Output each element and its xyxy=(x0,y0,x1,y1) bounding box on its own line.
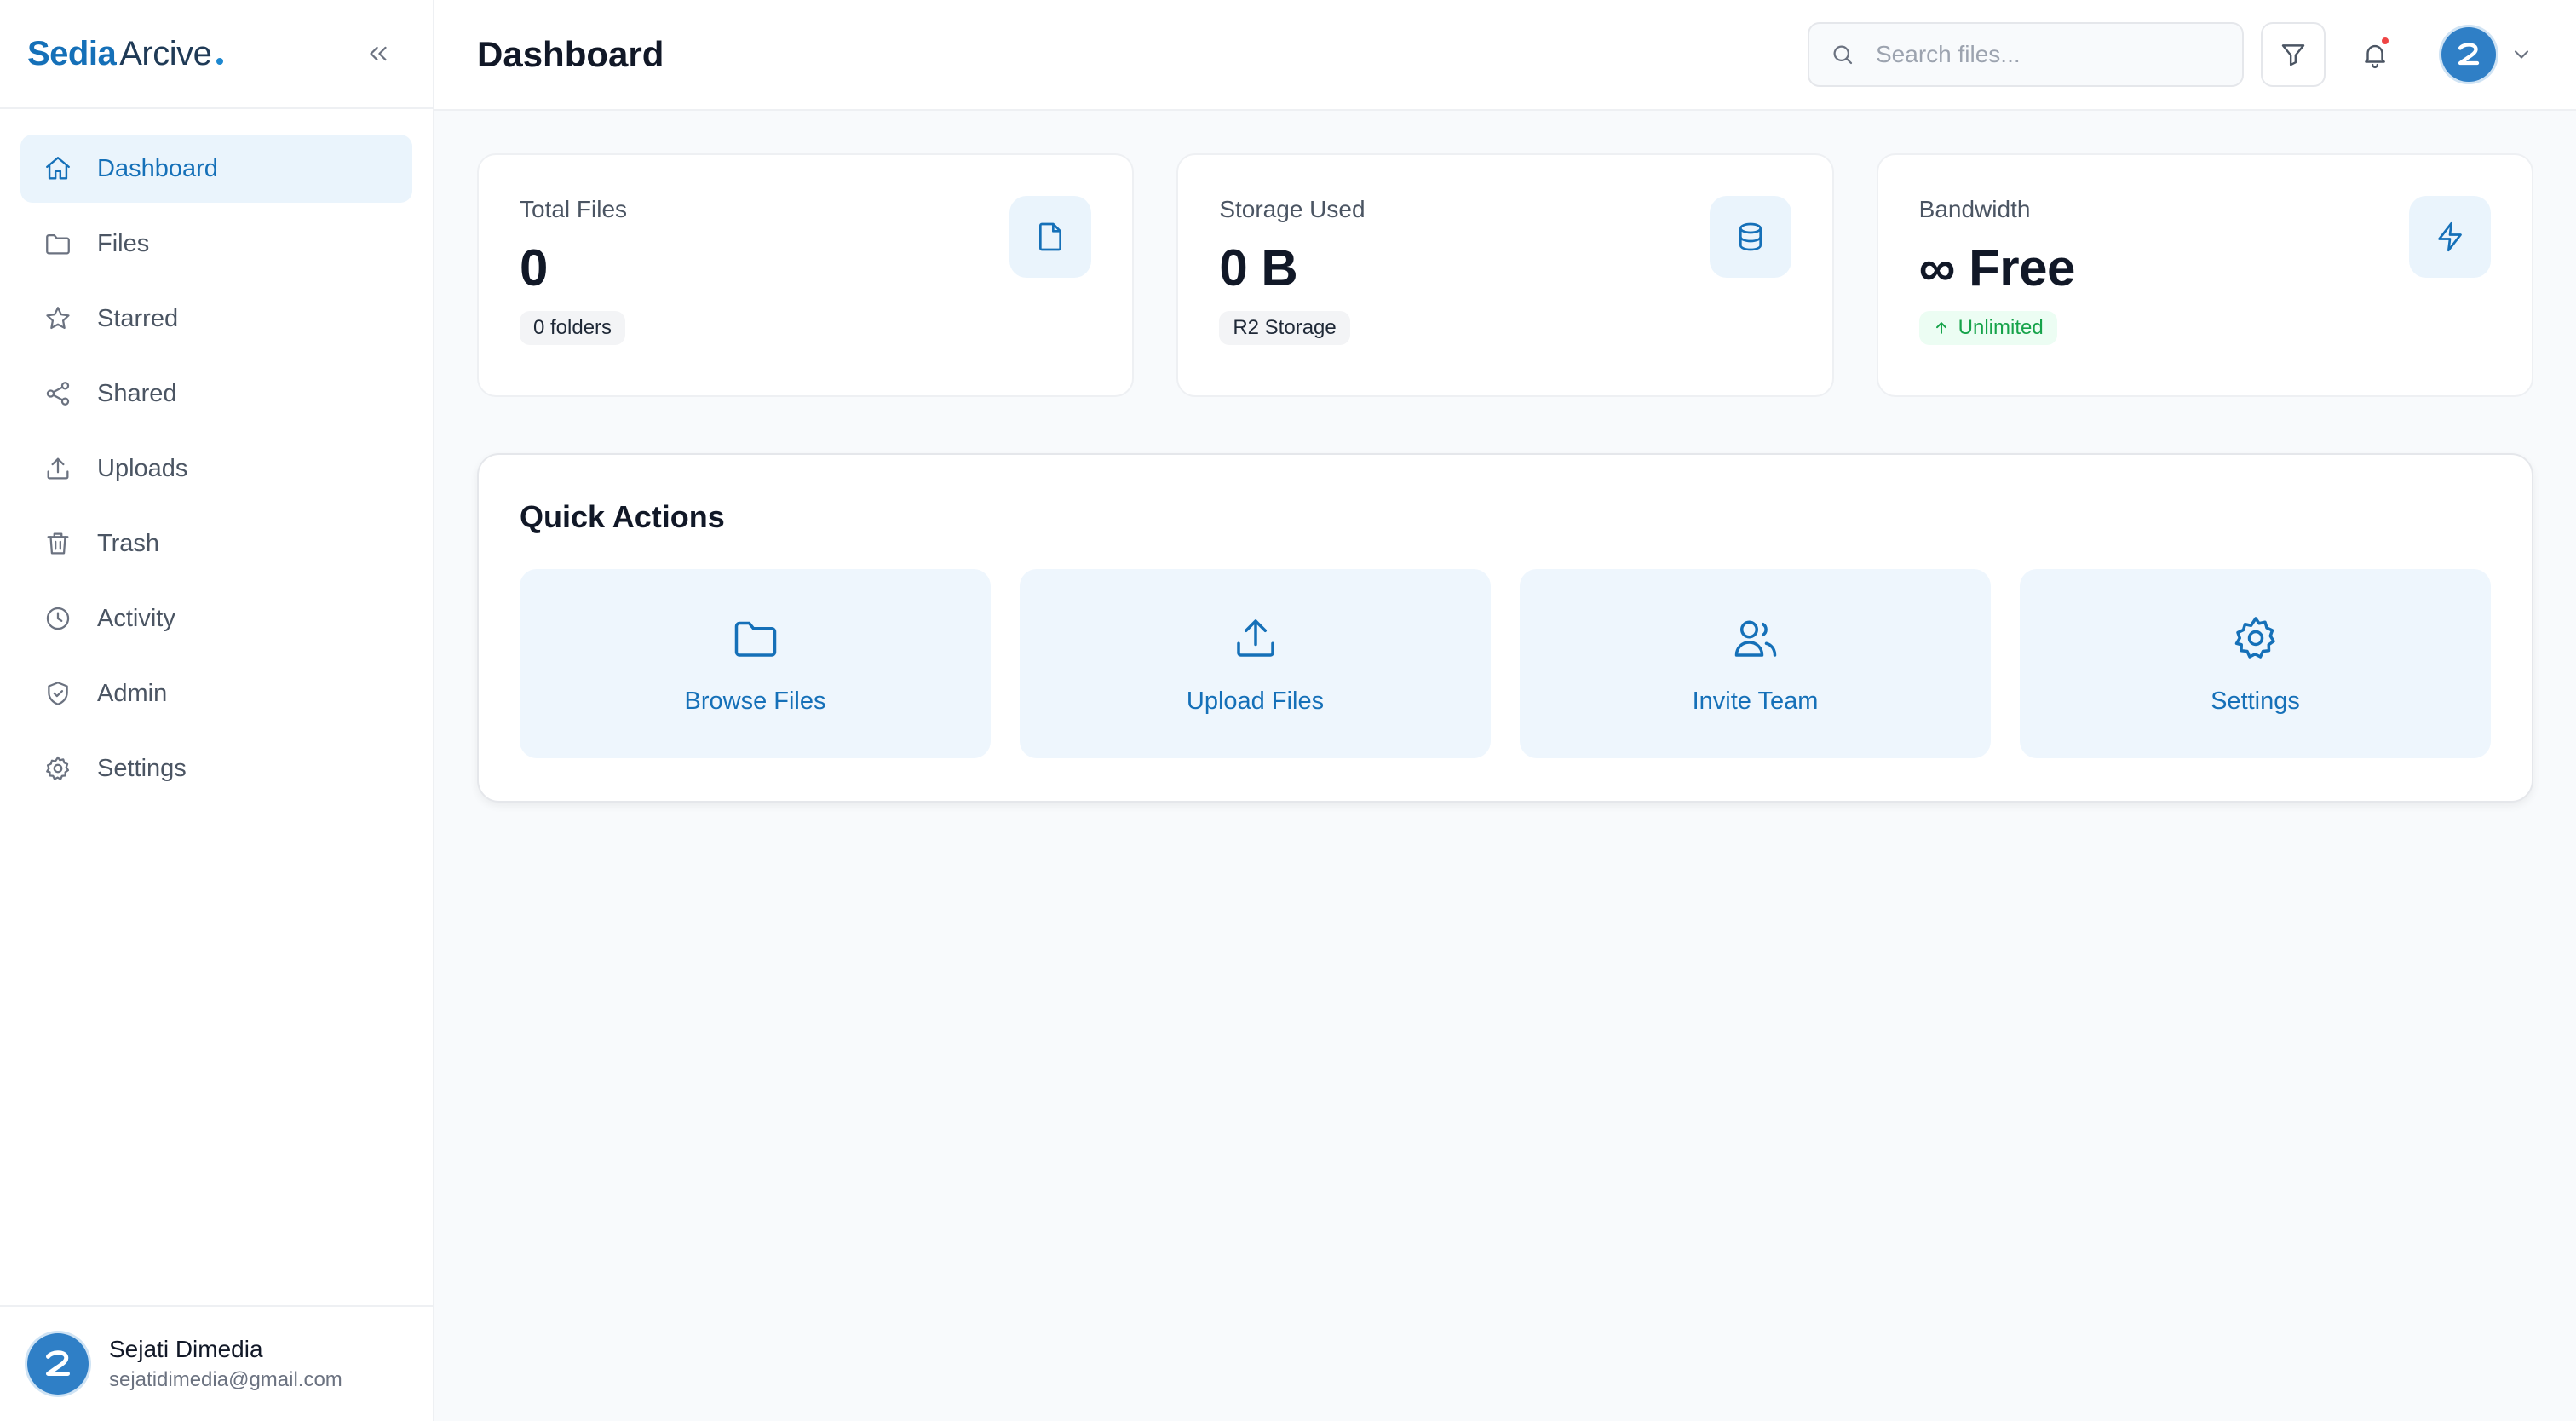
search-icon xyxy=(1833,45,1853,65)
quick-actions-title: Quick Actions xyxy=(520,499,725,534)
stat-label: Total Files xyxy=(520,196,628,222)
sidebar-item-admin[interactable]: Admin xyxy=(20,659,412,728)
file-icon xyxy=(1009,196,1092,278)
chevron-down-icon xyxy=(2514,50,2529,59)
main-area: Dashboard Search files... Total Files 0 … xyxy=(434,0,2576,1421)
page-title: Dashboard xyxy=(477,34,664,74)
stat-badge-text: R2 Storage xyxy=(1233,316,1337,339)
search-input[interactable] xyxy=(1876,41,2217,68)
folder-icon xyxy=(41,227,75,261)
folder-icon xyxy=(734,621,776,657)
stat-value: ∞ Free xyxy=(1918,239,2076,296)
notification-dot xyxy=(2380,36,2390,46)
topbar-actions xyxy=(1808,22,2533,87)
quick-action-label: Invite Team xyxy=(1692,687,1819,715)
share-icon xyxy=(41,377,75,411)
sidebar-item-activity[interactable]: Activity xyxy=(20,584,412,653)
quick-action-label: Upload Files xyxy=(1186,687,1325,715)
upload-icon xyxy=(1236,618,1274,657)
user-info: Sejati Dimedia sejatidimedia@gmail.com xyxy=(109,1336,342,1392)
database-icon xyxy=(1709,196,1791,278)
user-name: Sejati Dimedia xyxy=(109,1336,263,1362)
sidebar-item-shared[interactable]: Shared xyxy=(20,360,412,428)
stat-label: Bandwidth xyxy=(1918,196,2031,222)
sidebar-item-label: Settings xyxy=(97,754,187,782)
user-avatar-logo-icon xyxy=(46,1350,70,1376)
stat-badge-text: Unlimited xyxy=(1958,316,2044,339)
stat-card-total-files: Total Files 0 0 folders xyxy=(477,153,1135,397)
notifications-button[interactable] xyxy=(2343,22,2407,87)
gear-icon xyxy=(41,751,75,785)
user-profile-footer[interactable]: Sejati Dimedia sejatidimedia@gmail.com xyxy=(0,1305,433,1421)
logo-dot xyxy=(216,57,224,65)
sidebar-item-label: Admin xyxy=(97,679,168,707)
quick-action-label: Settings xyxy=(2211,687,2300,715)
filter-icon xyxy=(2281,44,2305,66)
stat-badge: Unlimited xyxy=(1918,311,2057,345)
stat-value: 0 B xyxy=(1219,239,1298,296)
app-root: Sedia Arcive Dashboard Files Starred Sha… xyxy=(0,0,2576,1421)
users-icon xyxy=(1734,620,1776,657)
upload-icon xyxy=(41,452,75,486)
chevrons-left-icon xyxy=(370,46,387,61)
clock-icon xyxy=(41,601,75,636)
quick-action-label: Browse Files xyxy=(684,687,826,715)
stat-badge: 0 folders xyxy=(520,311,626,345)
user-avatar-logo-icon xyxy=(2458,43,2480,66)
stats-row: Total Files 0 0 folders Storage Used 0 B… xyxy=(477,153,2533,397)
stat-card-storage-used: Storage Used 0 B R2 Storage xyxy=(1176,153,1834,397)
sidebar-item-label: Uploads xyxy=(97,454,188,482)
brand-header: Sedia Arcive xyxy=(0,0,433,109)
gear-icon xyxy=(2234,616,2275,659)
avatar xyxy=(27,1333,89,1395)
lightning-icon xyxy=(2408,196,2491,278)
upload-files-button[interactable]: Upload Files xyxy=(1020,569,1491,758)
sidebar-item-starred[interactable]: Starred xyxy=(20,285,412,353)
sidebar-item-settings[interactable]: Settings xyxy=(20,734,412,803)
search-box[interactable] xyxy=(1808,22,2244,87)
filter-button[interactable] xyxy=(2261,22,2326,87)
arrow-up-icon xyxy=(1935,322,1946,334)
logo-text-secondary: Arcive xyxy=(119,34,212,72)
sidebar-item-label: Dashboard xyxy=(97,154,218,182)
user-email: sejatidimedia@gmail.com xyxy=(109,1368,342,1391)
logo-text-primary: Sedia xyxy=(27,34,117,72)
stat-label: Storage Used xyxy=(1219,196,1366,222)
browse-files-button[interactable]: Browse Files xyxy=(520,569,991,758)
quick-actions-card: Quick Actions Browse Files Upload Files … xyxy=(477,453,2533,803)
sidebar-item-label: Activity xyxy=(97,604,175,632)
profile-menu-button[interactable] xyxy=(2441,27,2533,82)
quick-actions-grid: Browse Files Upload Files Invite Team Se… xyxy=(520,569,2491,758)
stat-badge-text: 0 folders xyxy=(533,316,612,339)
sidebar-item-uploads[interactable]: Uploads xyxy=(20,434,412,503)
stat-value: 0 xyxy=(520,239,548,296)
home-icon xyxy=(41,152,75,186)
topbar: Dashboard xyxy=(434,0,2576,111)
sidebar: Sedia Arcive Dashboard Files Starred Sha… xyxy=(0,0,434,1421)
app-logo[interactable]: Sedia Arcive xyxy=(27,34,224,73)
invite-team-button[interactable]: Invite Team xyxy=(1520,569,1991,758)
stat-badge: R2 Storage xyxy=(1219,311,1350,345)
sidebar-item-label: Shared xyxy=(97,379,177,407)
sidebar-item-label: Trash xyxy=(97,529,160,557)
settings-button[interactable]: Settings xyxy=(2020,569,2491,758)
trash-icon xyxy=(41,526,75,561)
sidebar-item-trash[interactable]: Trash xyxy=(20,509,412,578)
sidebar-nav: Dashboard Files Starred Shared Uploads T… xyxy=(0,109,433,1305)
star-icon xyxy=(41,302,75,336)
stat-card-bandwidth: Bandwidth ∞ Free Unlimited xyxy=(1876,153,2533,397)
shield-icon xyxy=(41,676,75,710)
sidebar-item-label: Files xyxy=(97,229,150,257)
sidebar-item-files[interactable]: Files xyxy=(20,210,412,278)
sidebar-item-label: Starred xyxy=(97,304,179,332)
collapse-sidebar-button[interactable] xyxy=(361,37,395,71)
sidebar-item-dashboard[interactable]: Dashboard xyxy=(20,135,412,203)
dashboard-content: Total Files 0 0 folders Storage Used 0 B… xyxy=(434,111,2576,845)
avatar xyxy=(2441,27,2496,82)
